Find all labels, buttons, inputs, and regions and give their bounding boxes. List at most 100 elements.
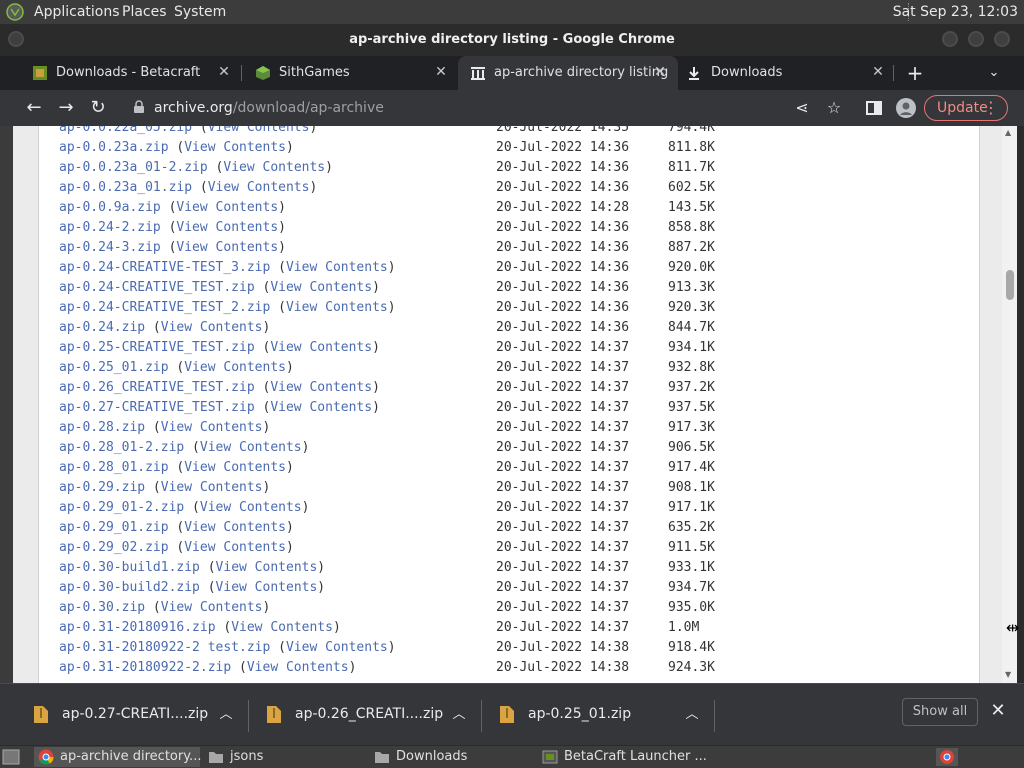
distro-logo-icon[interactable] xyxy=(6,3,24,21)
file-link[interactable]: ap-0.29_02.zip xyxy=(59,540,169,555)
view-contents-link[interactable]: View Contents xyxy=(176,240,278,255)
view-contents-link[interactable]: View Contents xyxy=(200,440,302,455)
file-link[interactable]: ap-0.0.9a.zip xyxy=(59,200,161,215)
file-link[interactable]: ap-0.29.zip xyxy=(59,480,145,495)
new-tab-plus-icon[interactable]: + xyxy=(903,61,927,85)
file-link[interactable]: ap-0.30.zip xyxy=(59,600,145,615)
window-titlebar[interactable]: ap-archive directory listing - Google Ch… xyxy=(0,24,1024,56)
close-tab-icon[interactable]: ✕ xyxy=(652,64,668,80)
chevron-up-icon[interactable]: ︿ xyxy=(449,704,469,724)
file-link[interactable]: ap-0.31-20180922-2 test.zip xyxy=(59,640,270,655)
view-contents-link[interactable]: View Contents xyxy=(184,460,286,475)
view-contents-link[interactable]: View Contents xyxy=(216,560,318,575)
side-panel-icon[interactable] xyxy=(864,98,884,118)
file-link[interactable]: ap-0.25_01.zip xyxy=(59,360,169,375)
view-contents-link[interactable]: View Contents xyxy=(184,140,286,155)
view-contents-link[interactable]: View Contents xyxy=(184,540,286,555)
file-link[interactable]: ap-0.0.22a_05.zip xyxy=(59,126,192,135)
tab-downloads-betacraft[interactable]: Downloads - Betacraft ✕ xyxy=(12,56,242,90)
show-all-button[interactable]: Show all xyxy=(902,698,978,726)
download-item[interactable]: ap-0.26_CREATI....zip ︿ xyxy=(267,700,482,732)
close-tab-icon[interactable]: ✕ xyxy=(433,64,449,80)
chevron-up-icon[interactable]: ︿ xyxy=(216,704,236,724)
maximize-button[interactable] xyxy=(968,31,984,47)
view-contents-link[interactable]: View Contents xyxy=(184,520,286,535)
view-contents-link[interactable]: View Contents xyxy=(161,480,263,495)
view-contents-link[interactable]: View Contents xyxy=(223,160,325,175)
view-contents-link[interactable]: View Contents xyxy=(286,260,388,275)
menu-system[interactable]: System xyxy=(174,4,226,20)
vertical-scrollbar[interactable]: ▲ ▼ xyxy=(1002,126,1017,683)
view-contents-link[interactable]: View Contents xyxy=(176,200,278,215)
view-contents-link[interactable]: View Contents xyxy=(161,600,263,615)
tab-downloads[interactable]: Downloads ✕ xyxy=(678,56,894,90)
download-item[interactable]: ap-0.27-CREATI....zip ︿ xyxy=(34,700,249,732)
file-link[interactable]: ap-0.24.zip xyxy=(59,320,145,335)
view-contents-link[interactable]: View Contents xyxy=(270,380,372,395)
view-contents-link[interactable]: View Contents xyxy=(247,660,349,675)
close-tab-icon[interactable]: ✕ xyxy=(216,64,232,80)
file-link[interactable]: ap-0.29_01.zip xyxy=(59,520,169,535)
back-arrow-icon[interactable]: ← xyxy=(22,96,46,120)
file-link[interactable]: ap-0.0.23a_01.zip xyxy=(59,180,192,195)
view-contents-link[interactable]: View Contents xyxy=(208,180,310,195)
clock[interactable]: Sat Sep 23, 12:03 xyxy=(893,4,1018,20)
view-contents-link[interactable]: View Contents xyxy=(216,580,318,595)
chrome-tray-icon[interactable] xyxy=(936,748,958,766)
file-link[interactable]: ap-0.24-CREATIVE-TEST_3.zip xyxy=(59,260,270,275)
file-link[interactable]: ap-0.24-CREATIVE_TEST_2.zip xyxy=(59,300,270,315)
reload-icon[interactable]: ↻ xyxy=(86,96,110,120)
kebab-menu-icon[interactable]: ⋮ xyxy=(983,98,999,117)
file-link[interactable]: ap-0.28.zip xyxy=(59,420,145,435)
show-desktop-icon[interactable] xyxy=(2,749,20,765)
scroll-up-arrow-icon[interactable]: ▲ xyxy=(1005,128,1011,137)
file-link[interactable]: ap-0.24-3.zip xyxy=(59,240,161,255)
taskbar-item-downloads[interactable]: Downloads xyxy=(370,747,530,767)
file-link[interactable]: ap-0.24-2.zip xyxy=(59,220,161,235)
view-contents-link[interactable]: View Contents xyxy=(184,360,286,375)
file-link[interactable]: ap-0.27-CREATIVE_TEST.zip xyxy=(59,400,255,415)
forward-arrow-icon[interactable]: → xyxy=(54,96,78,120)
file-link[interactable]: ap-0.31-20180916.zip xyxy=(59,620,216,635)
view-contents-link[interactable]: View Contents xyxy=(231,620,333,635)
menu-applications[interactable]: Applications xyxy=(34,4,120,20)
file-link[interactable]: ap-0.25-CREATIVE_TEST.zip xyxy=(59,340,255,355)
view-contents-link[interactable]: View Contents xyxy=(286,640,388,655)
taskbar-item-betacraft[interactable]: BetaCraft Launcher ... xyxy=(538,747,708,767)
view-contents-link[interactable]: View Contents xyxy=(286,300,388,315)
view-contents-link[interactable]: View Contents xyxy=(161,320,263,335)
bookmark-star-icon[interactable]: ☆ xyxy=(824,98,844,118)
view-contents-link[interactable]: View Contents xyxy=(270,340,372,355)
lock-icon[interactable] xyxy=(132,100,146,114)
tab-search-chevron-icon[interactable]: ⌄ xyxy=(982,61,1006,85)
view-contents-link[interactable]: View Contents xyxy=(161,420,263,435)
view-contents-link[interactable]: View Contents xyxy=(208,126,310,135)
tab-sithgames[interactable]: SithGames ✕ xyxy=(235,56,457,90)
view-contents-link[interactable]: View Contents xyxy=(270,280,372,295)
taskbar-item-jsons[interactable]: jsons xyxy=(204,747,364,767)
scroll-down-arrow-icon[interactable]: ▼ xyxy=(1005,670,1011,679)
file-link[interactable]: ap-0.30-build1.zip xyxy=(59,560,200,575)
file-link[interactable]: ap-0.0.23a_01-2.zip xyxy=(59,160,208,175)
view-contents-link[interactable]: View Contents xyxy=(176,220,278,235)
file-link[interactable]: ap-0.28_01-2.zip xyxy=(59,440,184,455)
download-item[interactable]: ap-0.25_01.zip ︿ xyxy=(500,700,715,732)
scrollbar-thumb[interactable] xyxy=(1006,270,1014,300)
file-link[interactable]: ap-0.0.23a.zip xyxy=(59,140,169,155)
minimize-button[interactable] xyxy=(942,31,958,47)
share-icon[interactable]: ⋖ xyxy=(792,98,812,118)
view-contents-link[interactable]: View Contents xyxy=(270,400,372,415)
view-contents-link[interactable]: View Contents xyxy=(200,500,302,515)
close-tab-icon[interactable]: ✕ xyxy=(870,64,886,80)
file-link[interactable]: ap-0.28_01.zip xyxy=(59,460,169,475)
file-link[interactable]: ap-0.31-20180922-2.zip xyxy=(59,660,231,675)
close-shelf-icon[interactable]: ✕ xyxy=(988,701,1008,721)
profile-avatar-icon[interactable] xyxy=(896,98,916,118)
chevron-up-icon[interactable]: ︿ xyxy=(682,704,702,724)
close-window-button[interactable] xyxy=(994,31,1010,47)
file-link[interactable]: ap-0.26_CREATIVE_TEST.zip xyxy=(59,380,255,395)
update-button[interactable]: Update ⋮ xyxy=(924,95,1008,121)
url-text[interactable]: archive.org/download/ap-archive xyxy=(154,100,384,116)
file-link[interactable]: ap-0.24-CREATIVE_TEST.zip xyxy=(59,280,255,295)
menu-places[interactable]: Places xyxy=(122,4,167,20)
